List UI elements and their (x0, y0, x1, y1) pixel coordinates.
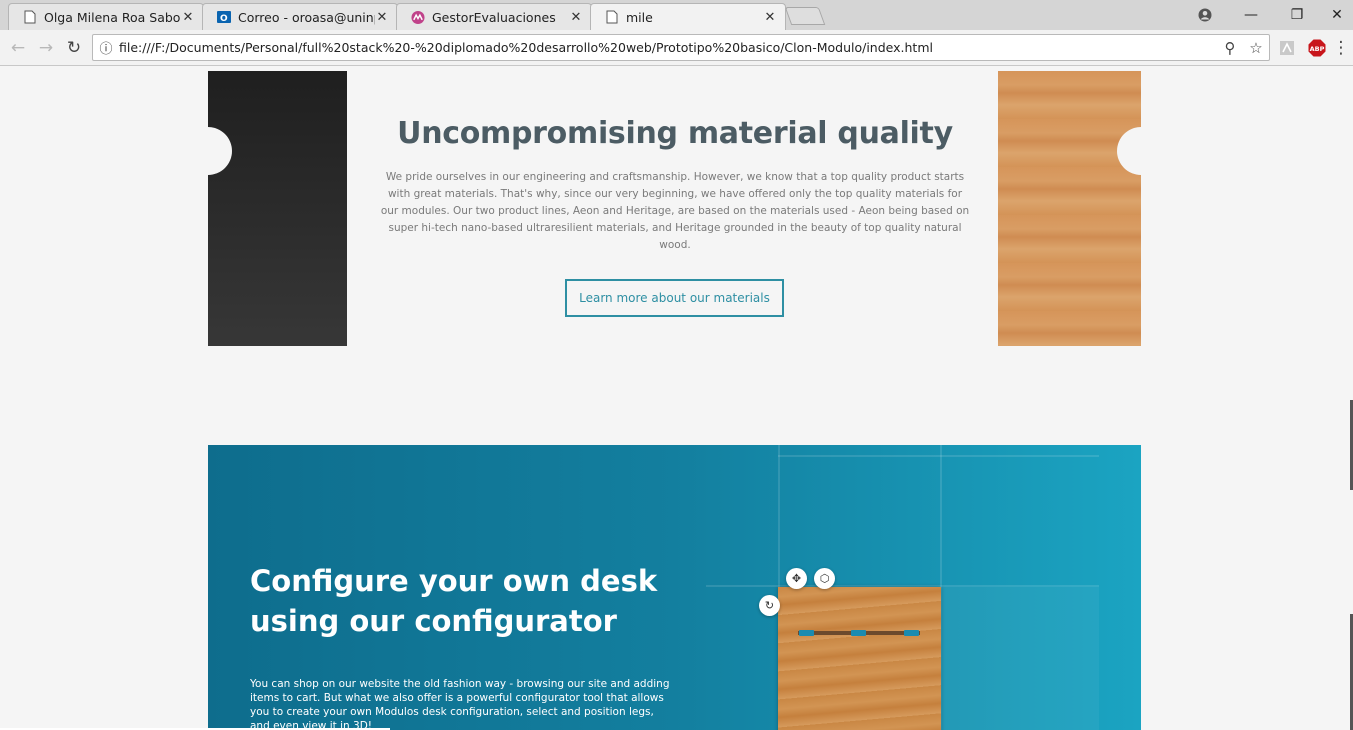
configurator-section: Configure your own desk using our config… (208, 445, 1141, 730)
close-icon[interactable]: ✕ (569, 10, 583, 25)
close-icon[interactable]: ✕ (763, 10, 777, 25)
configurator-title: Configure your own desk using our config… (250, 564, 658, 638)
tab-mile[interactable]: mile ✕ (590, 3, 786, 30)
app-logo-icon (411, 10, 425, 25)
forward-button[interactable]: → (34, 36, 58, 60)
url-text[interactable]: file:///F:/Documents/Personal/full%20sta… (119, 40, 1217, 55)
tab-label: GestorEvaluaciones (432, 9, 556, 25)
tab-label: Correo - oroasa@uninpa (238, 9, 375, 25)
tab-label: Olga Milena Roa Saboya (44, 9, 181, 25)
learn-more-materials-button[interactable]: Learn more about our materials (565, 279, 784, 317)
minimize-button[interactable]: — (1228, 0, 1274, 30)
svg-text:O: O (220, 14, 228, 24)
browser-toolbar: ← → ↻ ⓘ file:///F:/Documents/Personal/fu… (0, 30, 1353, 66)
aeon-material-image (208, 71, 347, 346)
outlook-icon: O (217, 10, 231, 25)
desk-leg-slot[interactable] (904, 630, 919, 636)
page-viewport: Uncompromising material quality We pride… (0, 66, 1353, 730)
grid-cell (942, 587, 1099, 730)
adblock-icon[interactable]: ABP (1307, 38, 1327, 58)
profile-icon[interactable] (1182, 0, 1228, 30)
tab-gestor[interactable]: GestorEvaluaciones ✕ (396, 3, 592, 30)
panel-notch (1117, 127, 1141, 175)
address-bar[interactable]: ⓘ file:///F:/Documents/Personal/full%20s… (92, 34, 1270, 61)
tab-label: mile (626, 9, 653, 25)
page-icon (23, 10, 37, 25)
panel-notch (208, 127, 232, 175)
desk-module-preview[interactable] (778, 587, 941, 730)
page-scrollbar[interactable] (1349, 66, 1353, 730)
menu-icon[interactable]: ⋮ (1331, 36, 1351, 60)
reload-button[interactable]: ↻ (62, 36, 86, 60)
info-icon[interactable]: ⓘ (93, 38, 119, 57)
quality-description: We pride ourselves in our engineering an… (380, 171, 970, 251)
move-icon[interactable]: ✥ (786, 568, 807, 589)
cube-3d-icon[interactable]: ⬡ (814, 568, 835, 589)
window-close-button[interactable]: ✕ (1314, 0, 1353, 30)
zoom-icon[interactable]: ⚲ (1217, 39, 1243, 57)
desk-leg-slot[interactable] (851, 630, 866, 636)
back-button[interactable]: ← (6, 36, 30, 60)
svg-text:ABP: ABP (1310, 45, 1325, 53)
heritage-material-image (998, 71, 1141, 346)
configurator-description: You can shop on our website the old fash… (250, 678, 670, 730)
page-icon (605, 10, 619, 25)
bookmark-star-icon[interactable]: ☆ (1243, 39, 1269, 57)
new-tab-button[interactable] (784, 7, 826, 25)
grid-line (778, 455, 1099, 457)
desk-leg-slot[interactable] (799, 630, 814, 636)
close-icon[interactable]: ✕ (181, 10, 195, 25)
browser-tab-bar: Olga Milena Roa Saboya ✕ O Correo - oroa… (0, 0, 1353, 30)
tab-correo[interactable]: O Correo - oroasa@uninpa ✕ (202, 3, 398, 30)
close-icon[interactable]: ✕ (375, 10, 389, 25)
pdf-extension-icon[interactable] (1277, 38, 1297, 58)
tab-olga[interactable]: Olga Milena Roa Saboya ✕ (8, 3, 204, 30)
quality-title: Uncompromising material quality (397, 116, 953, 151)
rotate-icon[interactable]: ↻ (759, 595, 780, 616)
